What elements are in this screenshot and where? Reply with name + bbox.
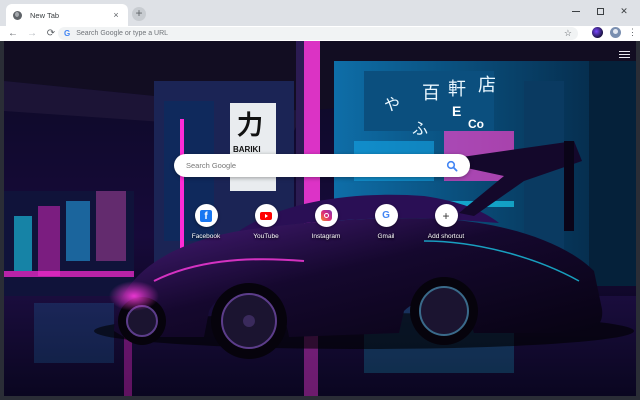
extension-icon[interactable] — [592, 27, 603, 38]
new-tab-button[interactable]: + — [132, 7, 146, 21]
reload-button[interactable]: ⟳ — [44, 27, 58, 40]
shortcut-youtube[interactable]: YouTube — [241, 204, 291, 240]
shortcut-label: Gmail — [377, 233, 395, 240]
minimize-icon — [572, 11, 580, 13]
close-tab-icon[interactable]: × — [111, 10, 121, 20]
search-input[interactable]: Search Google — [186, 161, 446, 170]
back-button[interactable]: ← — [6, 27, 20, 40]
maximize-button[interactable] — [588, 2, 612, 20]
address-bar-placeholder: Search Google or type a URL — [76, 30, 169, 37]
shortcut-add[interactable]: + Add shortcut — [421, 204, 471, 240]
shortcut-tile[interactable]: G — [374, 204, 398, 227]
maximize-icon — [596, 8, 604, 16]
profile-avatar[interactable] — [610, 27, 621, 38]
google-icon: G — [382, 210, 390, 221]
google-search-box[interactable]: Search Google — [174, 154, 470, 177]
browser-menu-icon[interactable]: ⋮ — [628, 27, 637, 38]
shortcut-label: YouTube — [253, 233, 279, 240]
facebook-icon: f — [200, 209, 212, 222]
shortcut-label: Add shortcut — [427, 233, 465, 240]
shortcut-tile[interactable] — [314, 204, 338, 227]
new-tab-page: 力 BARIKI や 百 軒 店 ふ ロ E Co Search Google … — [0, 41, 640, 400]
customize-menu-icon[interactable] — [619, 51, 630, 60]
shortcut-label: Instagram — [311, 233, 341, 240]
instagram-icon — [320, 210, 332, 221]
minimize-button[interactable] — [564, 2, 588, 20]
shortcut-tile[interactable]: f — [194, 204, 218, 227]
shortcut-tile[interactable] — [254, 204, 278, 227]
tab-strip: New Tab × + ✕ — [0, 0, 640, 26]
tab-new-tab[interactable]: New Tab × — [6, 4, 128, 26]
address-bar[interactable]: G Search Google or type a URL ☆ — [58, 27, 578, 40]
shortcut-facebook[interactable]: f Facebook — [181, 204, 231, 240]
window-controls: ✕ — [564, 2, 636, 20]
search-icon[interactable] — [446, 160, 458, 172]
tab-title: New Tab — [30, 10, 60, 20]
plus-icon: + — [442, 208, 450, 223]
browser-toolbar: ← → ⟳ G Search Google or type a URL ☆ ⋮ — [0, 26, 640, 41]
close-window-button[interactable]: ✕ — [612, 2, 636, 20]
shortcut-tiles: f Facebook YouTube Instagram G Gmail + A… — [181, 204, 471, 240]
shortcut-tile[interactable]: + — [434, 204, 458, 227]
youtube-icon — [260, 211, 272, 220]
shortcut-label: Facebook — [191, 233, 221, 240]
globe-icon — [13, 10, 22, 20]
shortcut-gmail[interactable]: G Gmail — [361, 204, 411, 240]
bookmark-star-icon[interactable]: ☆ — [564, 28, 572, 39]
google-icon: G — [64, 29, 71, 38]
shortcut-instagram[interactable]: Instagram — [301, 204, 351, 240]
forward-button[interactable]: → — [25, 27, 39, 40]
